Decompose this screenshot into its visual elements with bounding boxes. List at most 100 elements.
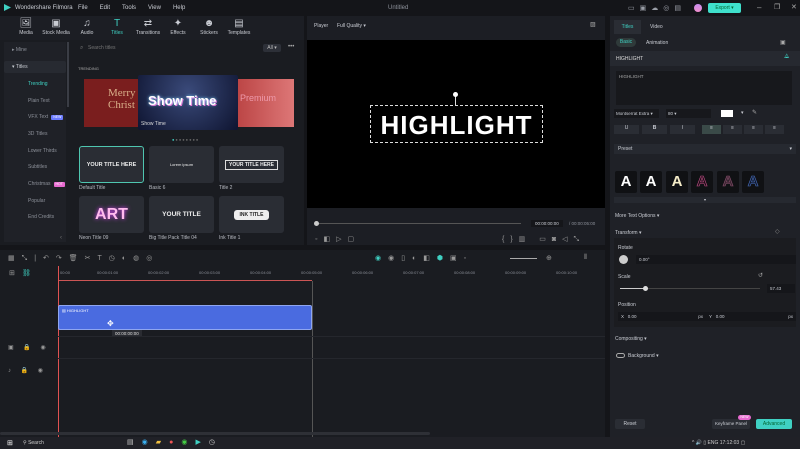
collapse-sidebar-icon[interactable]: ‹	[60, 235, 62, 241]
text-content-input[interactable]: HIGHLIGHT	[616, 71, 792, 105]
sidebar-item-subtitles[interactable]: Subtitles	[4, 161, 66, 173]
position-y-input[interactable]: Y 0.00 px	[706, 312, 796, 321]
playhead[interactable]	[58, 266, 59, 437]
trending-card-premium[interactable]: Premium	[236, 79, 294, 127]
keyframe-panel-button[interactable]: Keyframe Panel	[712, 419, 750, 429]
reset-transform-icon[interactable]: ◇	[775, 228, 780, 235]
zoom-slider[interactable]	[510, 258, 537, 259]
audio-track-controls[interactable]: ♪ 🔒 ◉	[8, 367, 47, 374]
minimize-button[interactable]: –	[757, 3, 761, 12]
sidebar-item-popular[interactable]: Popular	[4, 195, 66, 207]
title-card-ink-1[interactable]: INK TITLE	[219, 196, 284, 233]
sidebar-item-christmas[interactable]: Christmas HOT	[4, 178, 66, 190]
video-track-controls[interactable]: ▣ 🔒 ◉	[8, 344, 50, 351]
system-tray[interactable]: ^ 🔊 ▯ ENG 17:12:03 ▢	[692, 440, 745, 446]
playback-controls[interactable]: ◦◧▷▢	[315, 235, 360, 243]
windows-start-icon[interactable]: ⊞	[7, 439, 13, 447]
menu-view[interactable]: View	[148, 5, 161, 11]
font-dropdown[interactable]: Montserrat Extra ▾	[614, 109, 659, 118]
menu-edit[interactable]: Edit	[100, 5, 110, 11]
sidebar-item-lower-thirds[interactable]: Lower Thirds	[4, 145, 66, 157]
close-button[interactable]: ✕	[791, 3, 797, 11]
sidebar-item-titles[interactable]: ▾ Titles	[4, 61, 66, 73]
timeline-view-tools[interactable]: ◉◉▯◐◧⬢▣◦	[375, 254, 473, 262]
preset-style-3[interactable]: A	[666, 171, 688, 193]
subtab-animation[interactable]: Animation	[646, 40, 668, 46]
title-clip[interactable]: ▤ HIGHLIGHT	[58, 305, 312, 330]
zoom-in-icon[interactable]: ⊕	[546, 254, 552, 262]
preset-style-6[interactable]: A	[742, 171, 764, 193]
search-input[interactable]	[88, 43, 248, 53]
export-button[interactable]: Export ▾	[708, 3, 741, 13]
compositing-section[interactable]: Compositing ▾	[615, 336, 647, 342]
ai-icon[interactable]: ⟁	[784, 54, 789, 61]
work-area-bar[interactable]	[58, 280, 312, 281]
text-format-buttons[interactable]: U B I ≡ ≡ ≡ ≡	[614, 125, 784, 134]
position-x-input[interactable]: X 0.00 px	[618, 312, 706, 321]
expand-presets-button[interactable]: ▾	[614, 197, 796, 203]
rotate-handle-knob[interactable]	[453, 92, 458, 97]
sidebar-item-vfx-text[interactable]: VFX Text NEW	[4, 111, 66, 123]
font-size-dropdown[interactable]: 80 ▾	[666, 109, 711, 118]
reset-button[interactable]: Reset	[615, 419, 645, 429]
carousel-dots[interactable]: ●●●●●●●●	[172, 137, 199, 142]
sidebar-item-plain-text[interactable]: Plain Text	[4, 95, 66, 107]
color-dropdown-icon[interactable]: ▾	[741, 110, 744, 116]
preset-style-5[interactable]: A	[717, 171, 739, 193]
filter-dropdown[interactable]: All ▾	[263, 44, 281, 52]
title-card-default[interactable]: YOUR TITLE HERE	[79, 146, 144, 183]
canvas-title-text[interactable]: HIGHLIGHT	[369, 110, 544, 141]
timeline-scrollbar[interactable]	[0, 432, 430, 435]
scale-input[interactable]: 57.43	[767, 284, 795, 293]
title-card-neon-09[interactable]: ART	[79, 196, 144, 233]
sidebar-item-mine[interactable]: ▸ Mine	[4, 44, 66, 56]
quality-dropdown[interactable]: Full Quality ▾	[337, 23, 366, 29]
tab-video-properties[interactable]: Video	[650, 24, 663, 30]
transform-section[interactable]: Transform ▾	[615, 230, 642, 236]
save-preset-icon[interactable]: ▣	[780, 39, 786, 46]
preset-style-2[interactable]: A	[640, 171, 662, 193]
more-text-options[interactable]: More Text Options ▾	[615, 213, 659, 219]
sidebar-item-3d-titles[interactable]: 3D Titles	[4, 128, 66, 140]
restore-button[interactable]: ❐	[774, 3, 780, 11]
link-icon[interactable]: ⛓	[22, 269, 31, 277]
background-section[interactable]: Background ▾	[628, 353, 659, 359]
scrubber-handle[interactable]	[314, 221, 319, 226]
eyedropper-icon[interactable]: ✎	[752, 109, 757, 116]
title-card-basic-6[interactable]: Lorem ipsum	[149, 146, 214, 183]
reset-scale-icon[interactable]: ↺	[758, 272, 763, 279]
trending-banner-show-time[interactable]: Show Time Show Time	[138, 75, 238, 130]
sidebar-item-end-credits[interactable]: End Credits	[4, 211, 66, 223]
current-time[interactable]: 00:00:00:00	[531, 220, 563, 227]
snapshot-icon[interactable]: ▨	[590, 21, 596, 28]
tab-templates[interactable]: ▤ Templates	[219, 18, 259, 36]
menu-file[interactable]: File	[78, 5, 88, 11]
preset-style-4[interactable]: A	[691, 171, 713, 193]
player-tools[interactable]: {}▥ ▭◙◁⤡	[502, 235, 585, 244]
background-toggle[interactable]	[616, 353, 625, 358]
taskbar-search[interactable]: ⚲ Search	[23, 440, 44, 446]
scale-slider[interactable]	[620, 288, 760, 289]
header-icons[interactable]: ▭▣☁◎▤	[628, 4, 686, 12]
preset-style-1[interactable]: A	[615, 171, 637, 193]
layout-icon[interactable]: ⫴	[584, 254, 587, 262]
preview-canvas[interactable]: HIGHLIGHT	[307, 40, 605, 208]
subtab-basic[interactable]: Basic	[616, 38, 636, 47]
title-card-title-2[interactable]: YOUR TITLE HERE	[219, 146, 284, 183]
text-color-swatch[interactable]	[721, 110, 733, 117]
title-card-big-title-04[interactable]: YOUR TITLE	[149, 196, 214, 233]
sidebar-scrollbar[interactable]	[67, 42, 69, 107]
timeline-edit-tools[interactable]: ▦⤡|↶↷🗑✂T◷◐◍◎	[8, 254, 159, 263]
preset-dropdown[interactable]: Preset ▾	[614, 144, 796, 154]
rotate-input[interactable]: 0.00°	[636, 255, 796, 264]
rotate-dial[interactable]	[619, 255, 628, 264]
add-track-icon[interactable]: ⊞	[9, 269, 15, 277]
avatar[interactable]	[694, 4, 702, 12]
tab-titles-properties[interactable]: Titles	[614, 20, 641, 34]
more-options-icon[interactable]: •••	[288, 44, 294, 50]
trending-card-christmas[interactable]: Merry Christ	[84, 79, 142, 127]
menu-help[interactable]: Help	[173, 5, 185, 11]
taskbar-apps[interactable]: ▤◉▰●◉▶◷	[127, 438, 223, 446]
menu-tools[interactable]: Tools	[122, 5, 136, 11]
sidebar-item-trending[interactable]: Trending	[4, 78, 66, 90]
